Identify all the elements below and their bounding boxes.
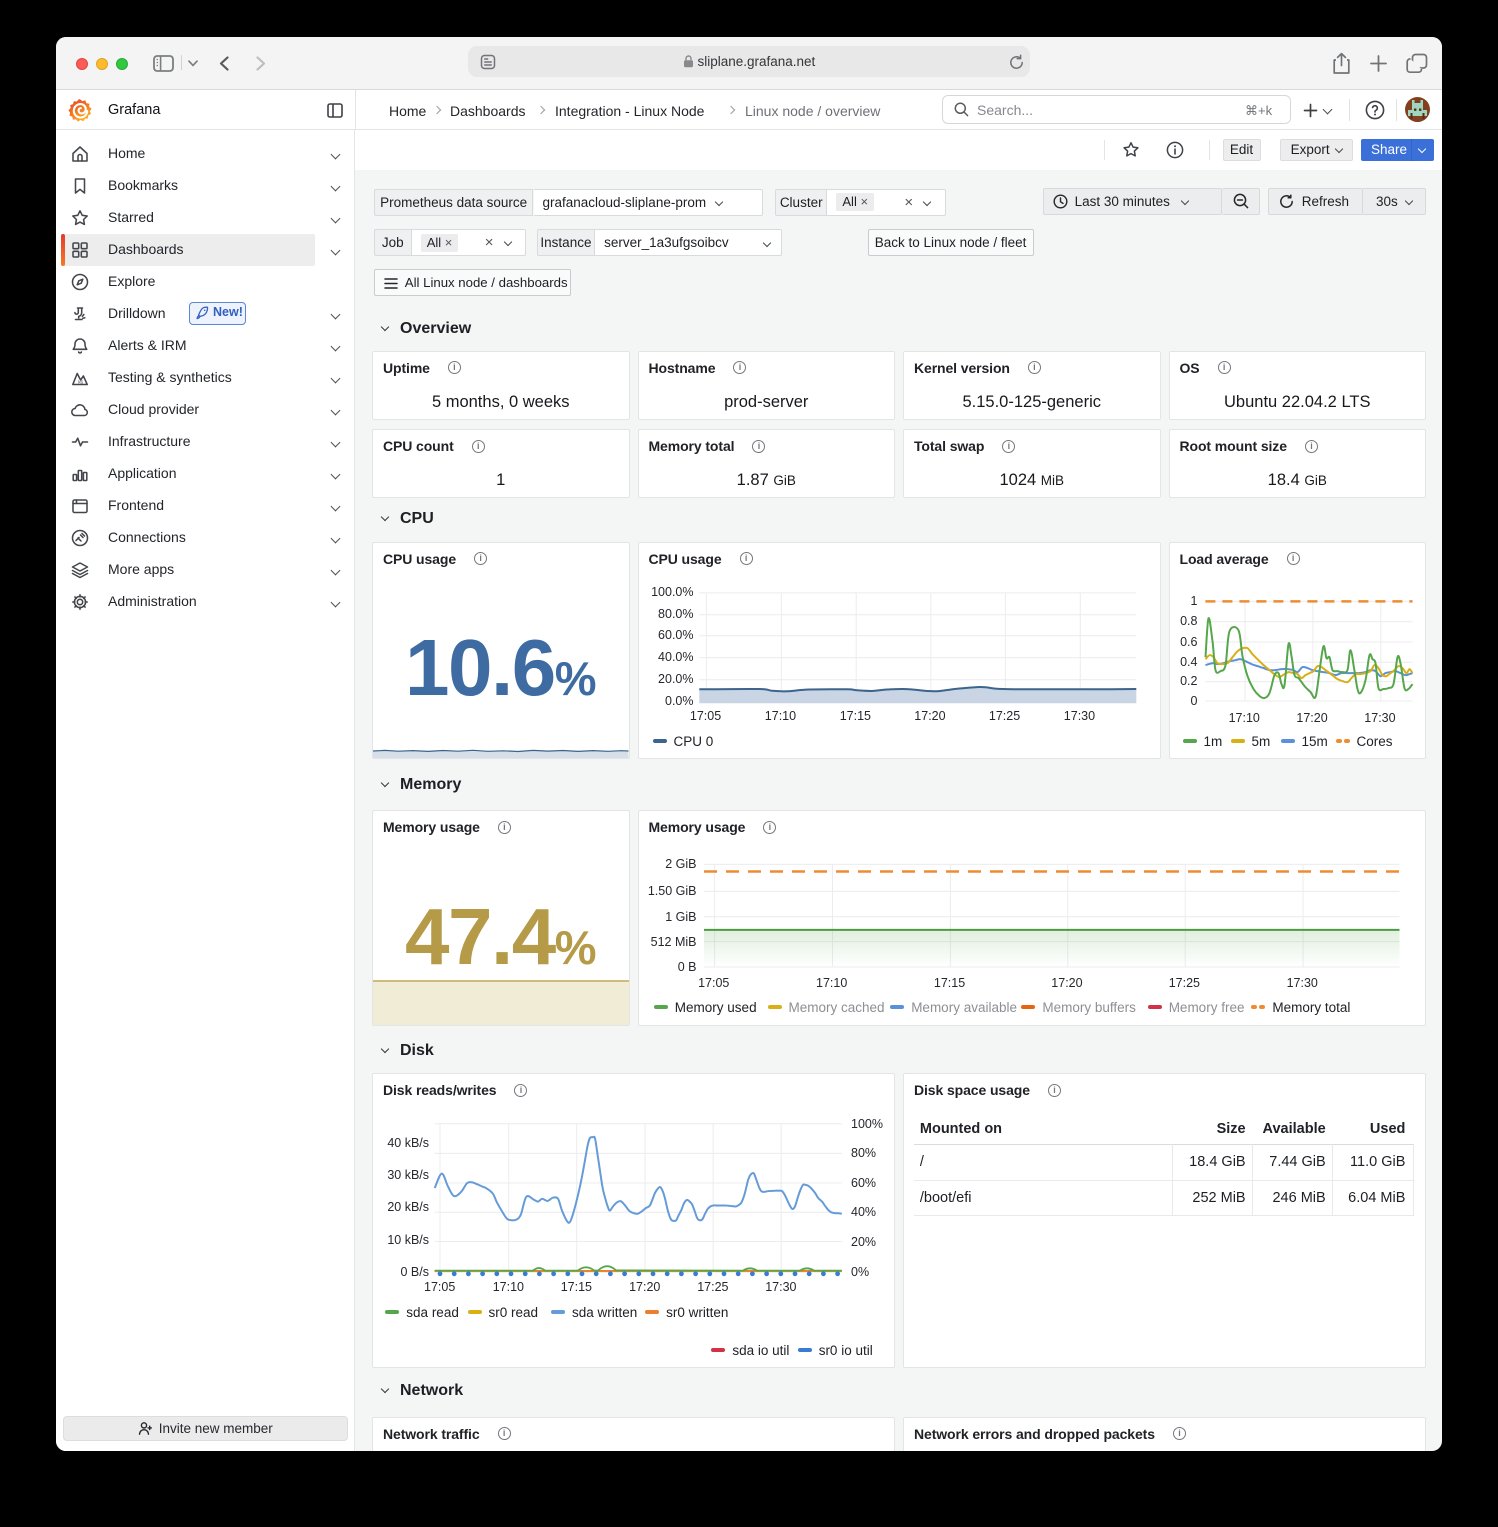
svg-text:k6: k6 (78, 379, 83, 384)
